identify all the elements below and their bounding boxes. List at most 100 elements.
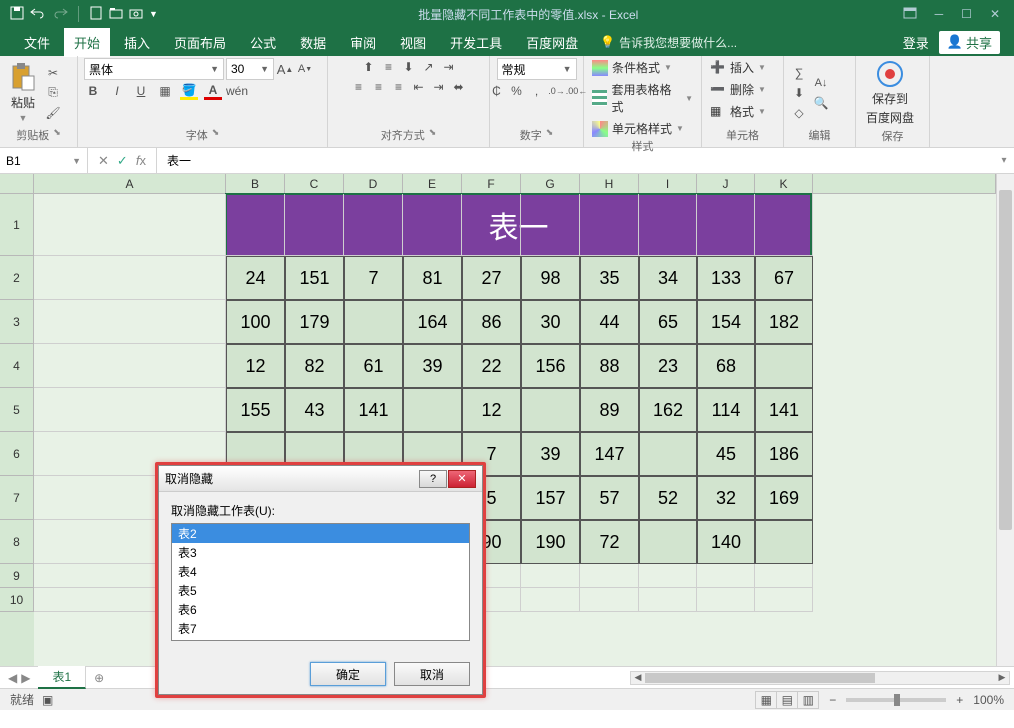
dialog-close-button[interactable]: ✕ bbox=[448, 470, 476, 488]
open-icon[interactable] bbox=[109, 6, 123, 23]
cancel-button[interactable]: 取消 bbox=[394, 662, 470, 686]
cell[interactable] bbox=[521, 564, 580, 588]
cut-icon[interactable]: ✂ bbox=[44, 64, 62, 82]
border-icon[interactable]: ▦ bbox=[156, 82, 174, 100]
zoom-slider[interactable] bbox=[846, 698, 946, 702]
cell[interactable] bbox=[639, 520, 697, 564]
align-middle-icon[interactable]: ≡ bbox=[380, 58, 398, 76]
col-header[interactable]: E bbox=[403, 174, 462, 194]
col-header[interactable]: C bbox=[285, 174, 344, 194]
comma-icon[interactable]: , bbox=[528, 82, 546, 100]
cell[interactable]: 61 bbox=[344, 344, 403, 388]
col-header[interactable]: A bbox=[34, 174, 226, 194]
font-name-combo[interactable]: 黑体▼ bbox=[84, 58, 224, 80]
cell[interactable] bbox=[462, 194, 521, 256]
cell[interactable] bbox=[285, 194, 344, 256]
cell[interactable]: 72 bbox=[580, 520, 639, 564]
cell[interactable] bbox=[403, 388, 462, 432]
vertical-scrollbar[interactable] bbox=[996, 174, 1014, 666]
group-launcher-icon[interactable]: ⬊ bbox=[546, 127, 554, 143]
cell[interactable] bbox=[34, 344, 226, 388]
cell[interactable] bbox=[521, 588, 580, 612]
ribbon-options-icon[interactable] bbox=[903, 7, 917, 22]
baidu-save-button[interactable]: 保存到 百度网盘 bbox=[862, 58, 918, 128]
tab-dev[interactable]: 开发工具 bbox=[440, 28, 512, 57]
cell[interactable]: 98 bbox=[521, 256, 580, 300]
cell[interactable]: 133 bbox=[697, 256, 755, 300]
underline-icon[interactable]: U bbox=[132, 82, 150, 100]
group-launcher-icon[interactable]: ⬊ bbox=[429, 127, 437, 143]
cell[interactable]: 35 bbox=[580, 256, 639, 300]
row-header[interactable]: 6 bbox=[0, 432, 34, 476]
tab-insert[interactable]: 插入 bbox=[114, 28, 160, 57]
cell[interactable]: 162 bbox=[639, 388, 697, 432]
cell[interactable] bbox=[755, 344, 813, 388]
cell[interactable]: 30 bbox=[521, 300, 580, 344]
sort-icon[interactable]: A↓ bbox=[812, 74, 830, 92]
col-header[interactable]: I bbox=[639, 174, 697, 194]
cell[interactable] bbox=[639, 564, 697, 588]
copy-icon[interactable]: ⎘ bbox=[44, 84, 62, 102]
cell[interactable]: 39 bbox=[403, 344, 462, 388]
align-bottom-icon[interactable]: ⬇ bbox=[400, 58, 418, 76]
row-header[interactable]: 7 bbox=[0, 476, 34, 520]
cell[interactable] bbox=[403, 194, 462, 256]
cell[interactable]: 7 bbox=[344, 256, 403, 300]
align-top-icon[interactable]: ⬆ bbox=[360, 58, 378, 76]
insert-cells-button[interactable]: ➕插入▼ bbox=[708, 58, 777, 77]
tab-formula[interactable]: 公式 bbox=[240, 28, 286, 57]
percent-icon[interactable]: % bbox=[508, 82, 526, 100]
cell[interactable]: 43 bbox=[285, 388, 344, 432]
maximize-icon[interactable]: ☐ bbox=[961, 7, 972, 22]
tab-review[interactable]: 审阅 bbox=[340, 28, 386, 57]
cell[interactable] bbox=[755, 520, 813, 564]
bold-icon[interactable]: B bbox=[84, 82, 102, 100]
group-launcher-icon[interactable]: ⬊ bbox=[212, 127, 220, 143]
unhide-listbox[interactable]: 表2表3表4表5表6表7 bbox=[171, 523, 470, 641]
save-icon[interactable] bbox=[10, 6, 24, 23]
cell[interactable] bbox=[580, 564, 639, 588]
dec-decimal-icon[interactable]: .00← bbox=[568, 82, 586, 100]
cell[interactable]: 141 bbox=[755, 388, 813, 432]
cell[interactable] bbox=[521, 194, 580, 256]
wrap-text-icon[interactable]: ⇥ bbox=[440, 58, 458, 76]
cell[interactable] bbox=[521, 388, 580, 432]
cell[interactable] bbox=[755, 194, 813, 256]
row-header[interactable]: 10 bbox=[0, 588, 34, 612]
zoom-level[interactable]: 100% bbox=[973, 693, 1004, 707]
undo-icon[interactable] bbox=[30, 6, 46, 23]
tab-baidu[interactable]: 百度网盘 bbox=[516, 28, 588, 57]
align-left-icon[interactable]: ≡ bbox=[350, 78, 368, 96]
cell[interactable]: 164 bbox=[403, 300, 462, 344]
tell-me[interactable]: 💡告诉我您想要做什么... bbox=[600, 34, 737, 51]
cell[interactable]: 68 bbox=[697, 344, 755, 388]
col-header[interactable]: G bbox=[521, 174, 580, 194]
macro-record-icon[interactable]: ▣ bbox=[42, 693, 53, 707]
cell[interactable] bbox=[34, 388, 226, 432]
autosum-icon[interactable]: ∑ bbox=[790, 64, 808, 82]
cell[interactable]: 86 bbox=[462, 300, 521, 344]
zoom-out-icon[interactable]: − bbox=[829, 693, 836, 707]
cell[interactable]: 81 bbox=[403, 256, 462, 300]
table-format-button[interactable]: 套用表格格式▼ bbox=[590, 80, 695, 116]
align-center-icon[interactable]: ≡ bbox=[370, 78, 388, 96]
cell-style-button[interactable]: 单元格样式▼ bbox=[590, 119, 695, 138]
new-sheet-button[interactable]: ⊕ bbox=[86, 671, 112, 685]
cell[interactable]: 22 bbox=[462, 344, 521, 388]
cell[interactable]: 23 bbox=[639, 344, 697, 388]
dialog-titlebar[interactable]: 取消隐藏 ? ✕ bbox=[159, 466, 482, 492]
row-header[interactable]: 4 bbox=[0, 344, 34, 388]
cell[interactable]: 24 bbox=[226, 256, 285, 300]
list-item[interactable]: 表4 bbox=[172, 562, 469, 581]
cell[interactable]: 12 bbox=[226, 344, 285, 388]
paste-button[interactable]: 粘贴 ▼ bbox=[6, 60, 40, 125]
tab-layout[interactable]: 页面布局 bbox=[164, 28, 236, 57]
cell[interactable]: 154 bbox=[697, 300, 755, 344]
horizontal-scrollbar[interactable]: ◀ ▶ bbox=[630, 671, 1010, 685]
fill-icon[interactable]: ⬇ bbox=[790, 84, 808, 102]
cell[interactable]: 156 bbox=[521, 344, 580, 388]
qa-customize-icon[interactable]: ▼ bbox=[149, 9, 158, 19]
cell[interactable] bbox=[755, 588, 813, 612]
merge-icon[interactable]: ⬌ bbox=[450, 78, 468, 96]
cell[interactable]: 65 bbox=[639, 300, 697, 344]
